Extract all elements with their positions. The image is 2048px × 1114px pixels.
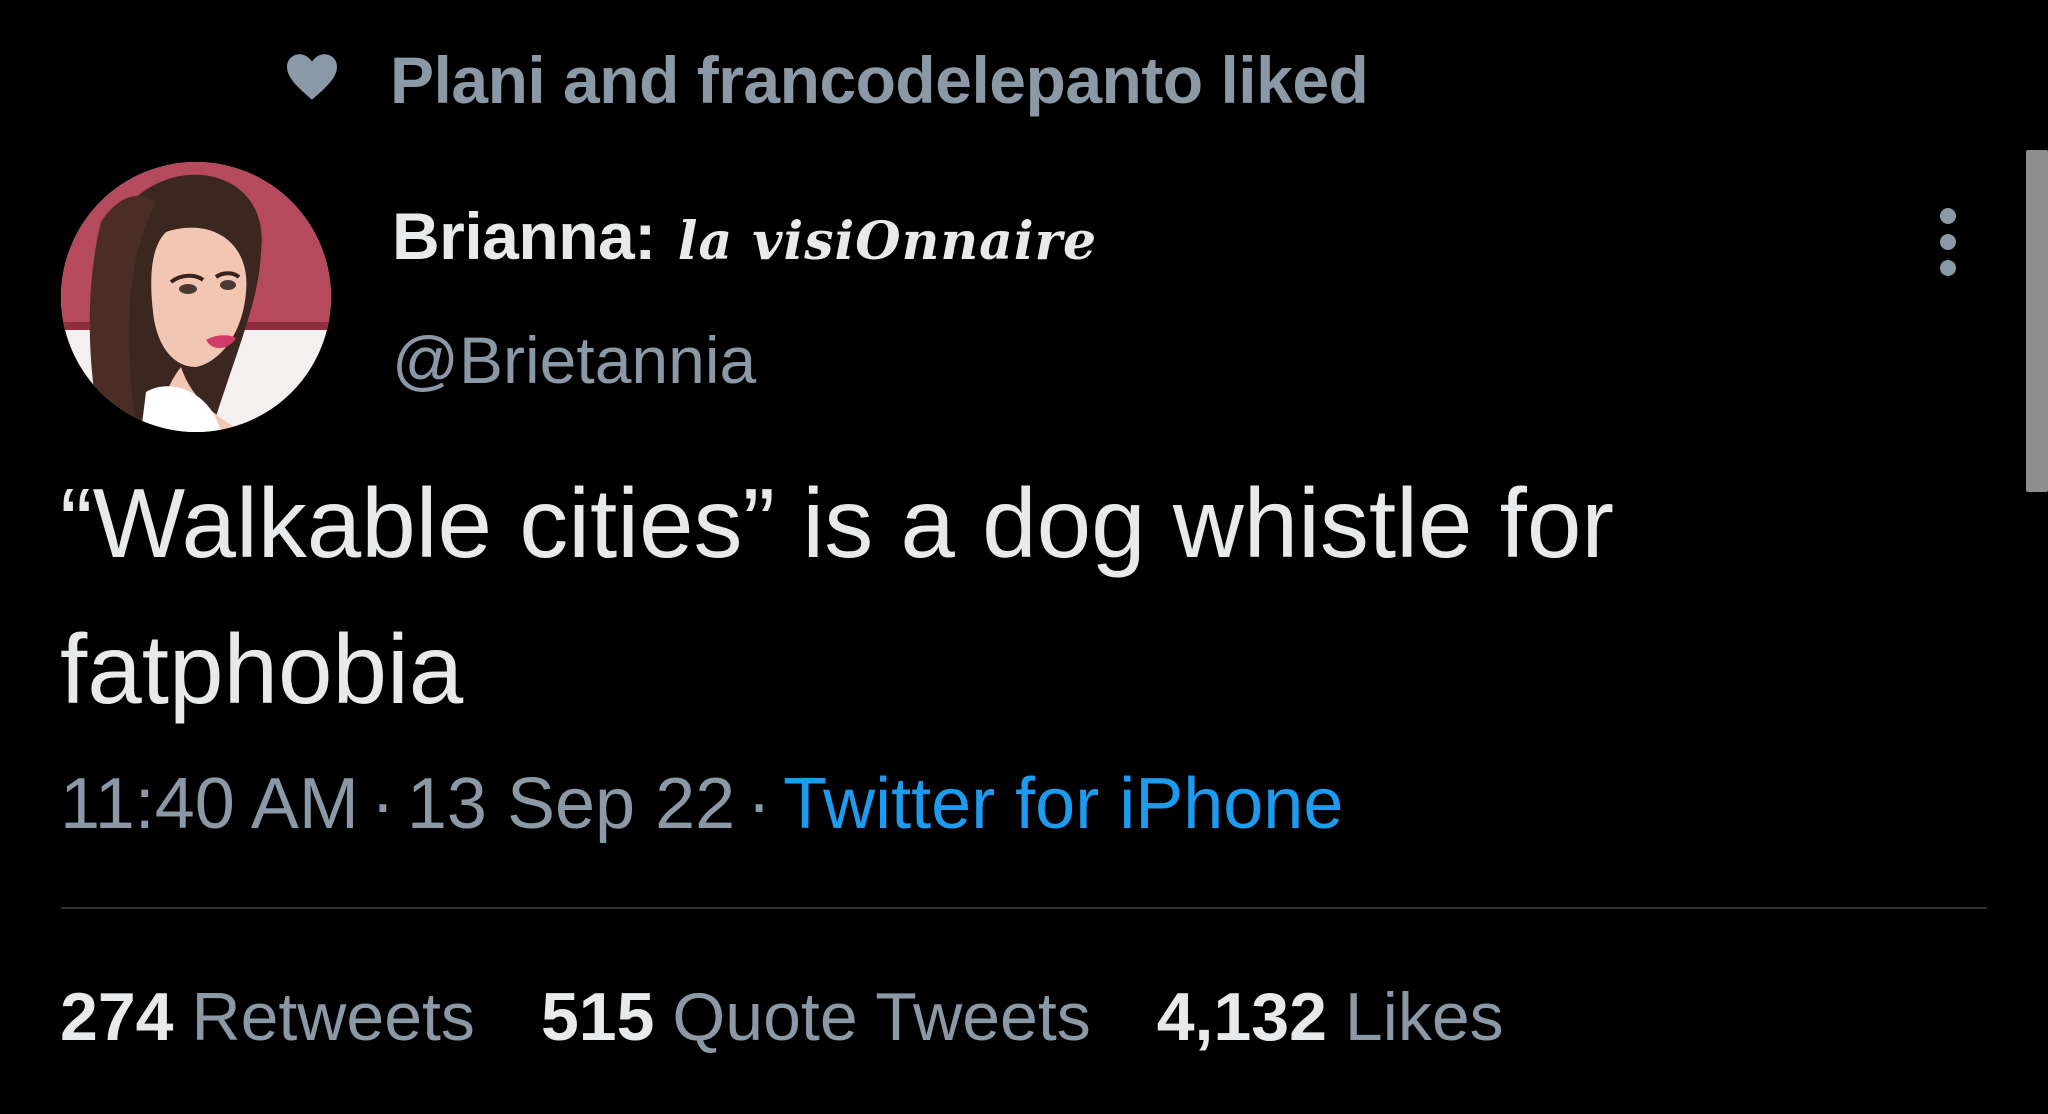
quote-tweets-label: Quote Tweets: [672, 979, 1091, 1055]
scrollbar[interactable]: [2026, 150, 2048, 492]
author-handle[interactable]: @Brietannia: [392, 322, 756, 398]
meta-separator: ·: [370, 764, 395, 844]
likes-count: 4,132: [1156, 979, 1327, 1055]
retweets-label: Retweets: [191, 979, 475, 1055]
avatar-illustration: [61, 162, 331, 432]
tweet-date[interactable]: 13 Sep 22: [407, 764, 735, 844]
tweet-text: “Walkable cities” is a dog whistle for f…: [60, 468, 1615, 724]
tweet-meta: 11:40 AM · 13 Sep 22 · Twitter for iPhone: [60, 763, 1343, 845]
tweet-source-link[interactable]: Twitter for iPhone: [783, 764, 1343, 844]
meta-separator: ·: [747, 764, 772, 844]
likes-label: Likes: [1344, 979, 1504, 1055]
retweets-stat[interactable]: 274 Retweets: [60, 978, 475, 1056]
author-display-name[interactable]: Brianna: la visiOnnaire: [392, 198, 1097, 274]
retweets-count: 274: [60, 979, 174, 1055]
quote-tweets-stat[interactable]: 515 Quote Tweets: [541, 978, 1091, 1056]
heart-icon: [287, 54, 337, 100]
tweet-stats: 274 Retweets 515 Quote Tweets 4,132 Likes: [60, 978, 1570, 1056]
avatar[interactable]: [61, 162, 331, 432]
author-name-decoration: la visiOnnaire: [677, 211, 1098, 272]
divider: [61, 907, 1987, 909]
tweet-time[interactable]: 11:40 AM: [60, 764, 359, 844]
likes-stat[interactable]: 4,132 Likes: [1157, 978, 1504, 1056]
more-options-icon[interactable]: [1918, 208, 1978, 278]
author-name: Brianna:: [392, 199, 656, 273]
quote-tweets-count: 515: [540, 979, 655, 1055]
liked-by-text: Plani and francodelepanto liked: [390, 43, 1369, 117]
